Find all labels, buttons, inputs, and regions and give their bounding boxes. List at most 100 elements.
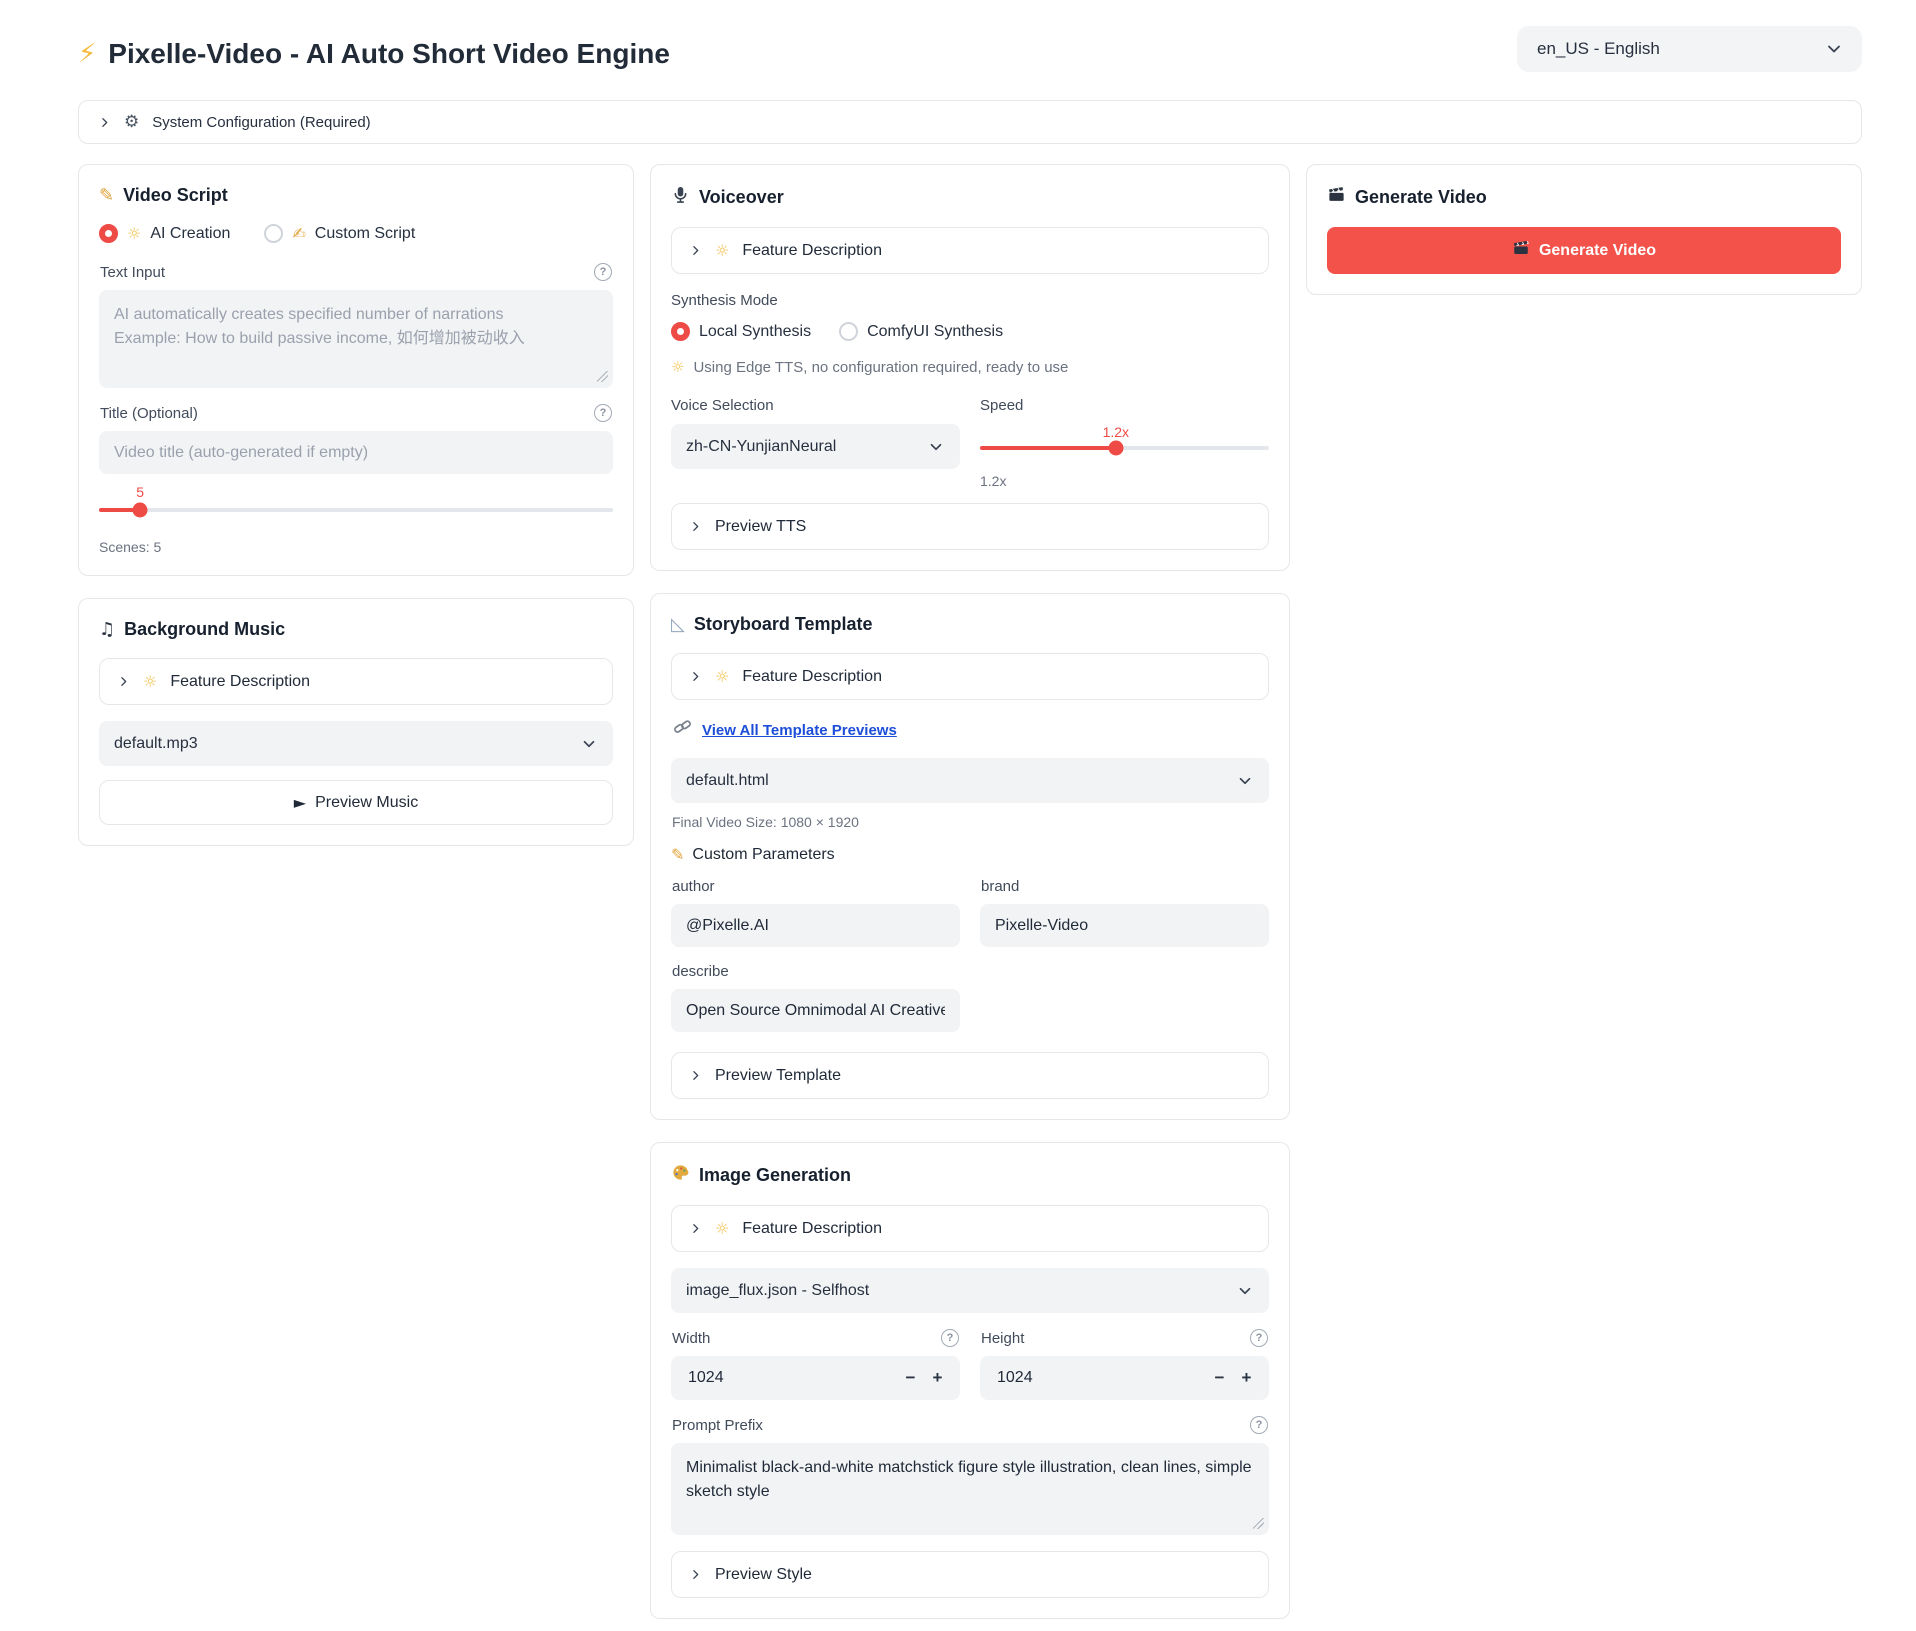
chevron-down-icon: [1236, 1282, 1254, 1300]
link-icon: [672, 717, 693, 743]
help-icon[interactable]: ?: [1250, 1416, 1268, 1434]
help-icon[interactable]: ?: [941, 1329, 959, 1347]
image-generation-title: Image Generation: [671, 1163, 1269, 1187]
play-icon: ►: [294, 793, 306, 812]
voiceover-feature-accordion[interactable]: ☼ Feature Description: [671, 227, 1269, 274]
scenes-slider: 5 Scenes: 5: [99, 484, 613, 555]
scenes-slider-track[interactable]: [99, 508, 613, 512]
view-all-templates-link[interactable]: View All Template Previews: [702, 722, 897, 739]
plus-button[interactable]: +: [924, 1368, 951, 1388]
radio-custom-script[interactable]: ✍ Custom Script: [264, 224, 415, 243]
template-select[interactable]: default.html: [671, 758, 1269, 803]
text-input[interactable]: [99, 290, 613, 388]
height-label-row: Height ?: [981, 1329, 1268, 1347]
tts-tip: ☼ Using Edge TTS, no configuration requi…: [671, 358, 1269, 376]
clapperboard-icon: [1512, 239, 1530, 262]
app-title-text: Pixelle-Video - AI Auto Short Video Engi…: [108, 38, 670, 70]
voice-speed-row: Voice Selection zh-CN-YunjianNeural Spee…: [671, 395, 1269, 489]
bulb-icon: ☼: [127, 224, 141, 243]
minus-button[interactable]: −: [1206, 1368, 1233, 1388]
system-config-accordion[interactable]: ⚙ System Configuration (Required): [78, 100, 1862, 144]
preview-music-button[interactable]: ► Preview Music: [99, 780, 613, 825]
language-select[interactable]: en_US - English: [1517, 26, 1862, 72]
radio-selected-icon: [99, 224, 118, 243]
voiceover-panel: Voiceover ☼ Feature Description Synthesi…: [650, 164, 1290, 571]
bulb-icon: ☼: [715, 1219, 729, 1238]
title-input[interactable]: [99, 431, 613, 474]
speed-slider-value: 1.2x: [1103, 424, 1129, 440]
video-script-panel: ✎ Video Script ☼ AI Creation ✍ Custom Sc…: [78, 164, 634, 576]
music-feature-accordion[interactable]: ☼ Feature Description: [99, 658, 613, 705]
image-feature-accordion[interactable]: ☼ Feature Description: [671, 1205, 1269, 1252]
height-field-group: Height ? − +: [980, 1313, 1269, 1400]
plus-button[interactable]: +: [1233, 1368, 1260, 1388]
microphone-icon: [671, 185, 690, 209]
video-script-title: ✎ Video Script: [99, 185, 613, 206]
help-icon[interactable]: ?: [594, 404, 612, 422]
help-icon[interactable]: ?: [594, 263, 612, 281]
music-note-icon: ♫: [99, 619, 115, 640]
height-input[interactable]: [995, 1368, 1206, 1388]
width-field-group: Width ? − +: [671, 1313, 960, 1400]
prompt-prefix-input[interactable]: Minimalist black-and-white matchstick fi…: [671, 1443, 1269, 1535]
storyboard-title: ◺ Storyboard Template: [671, 614, 1269, 635]
author-field[interactable]: [671, 904, 960, 947]
synthesis-mode-label: Synthesis Mode: [671, 292, 1269, 309]
music-file-select[interactable]: default.mp3: [99, 721, 613, 766]
voiceover-title: Voiceover: [671, 185, 1269, 209]
bulb-icon: ☼: [715, 241, 729, 260]
pixelle-video-app: ⚡ Pixelle-Video - AI Auto Short Video En…: [0, 0, 1916, 1631]
author-brand-row: author brand: [671, 866, 1269, 947]
describe-field[interactable]: [671, 989, 960, 1032]
text-input-wrap: [99, 290, 613, 388]
chevron-down-icon: [1824, 39, 1844, 59]
custom-parameters-heading: ✎ Custom Parameters: [671, 845, 1269, 864]
preview-template-accordion[interactable]: Preview Template: [671, 1052, 1269, 1099]
image-generation-panel: Image Generation ☼ Feature Description i…: [650, 1142, 1290, 1619]
brand-field-group: brand: [980, 866, 1269, 947]
minus-button[interactable]: −: [897, 1368, 924, 1388]
radio-comfyui-synthesis[interactable]: ComfyUI Synthesis: [839, 322, 1003, 341]
voice-select[interactable]: zh-CN-YunjianNeural: [671, 424, 960, 469]
speed-slider-handle[interactable]: [1108, 441, 1123, 456]
generate-video-button[interactable]: Generate Video: [1327, 227, 1841, 274]
language-select-value: en_US - English: [1537, 39, 1660, 59]
palette-icon: [671, 1163, 690, 1187]
gear-icon: ⚙: [124, 112, 139, 132]
scenes-slider-value: 5: [136, 484, 144, 500]
lightning-icon: ⚡: [78, 39, 96, 69]
chevron-right-icon: [98, 116, 111, 129]
workflow-select[interactable]: image_flux.json - Selfhost: [671, 1268, 1269, 1313]
system-config-label: System Configuration (Required): [152, 114, 370, 131]
storyboard-feature-accordion[interactable]: ☼ Feature Description: [671, 653, 1269, 700]
scenes-slider-handle[interactable]: [133, 503, 148, 518]
writing-hand-icon: ✍: [292, 224, 305, 243]
help-icon[interactable]: ?: [1250, 1329, 1268, 1347]
title-label-row: Title (Optional) ?: [100, 404, 612, 422]
brand-label: brand: [981, 878, 1268, 895]
generate-video-title: Generate Video: [1327, 185, 1841, 209]
synthesis-mode-radio-group: Local Synthesis ComfyUI Synthesis: [671, 322, 1269, 341]
radio-ai-creation[interactable]: ☼ AI Creation: [99, 224, 230, 243]
text-input-label: Text Input: [100, 264, 165, 281]
radio-selected-icon: [671, 322, 690, 341]
chevron-right-icon: [689, 244, 702, 257]
speed-field: Speed 1.2x 1.2x: [980, 395, 1269, 489]
width-input[interactable]: [686, 1368, 897, 1388]
template-previews-link-row: View All Template Previews: [672, 717, 1268, 743]
voice-selection-field: Voice Selection zh-CN-YunjianNeural: [671, 395, 960, 489]
content-columns: ✎ Video Script ☼ AI Creation ✍ Custom Sc…: [78, 164, 1862, 1619]
speed-slider-track[interactable]: [980, 446, 1269, 450]
memo-icon: ✎: [671, 845, 684, 864]
generate-video-panel: Generate Video Generate Video: [1306, 164, 1862, 295]
prompt-prefix-wrap: Minimalist black-and-white matchstick fi…: [671, 1443, 1269, 1535]
describe-label: describe: [672, 963, 959, 980]
brand-field[interactable]: [980, 904, 1269, 947]
bulb-icon: ☼: [671, 358, 684, 376]
header: ⚡ Pixelle-Video - AI Auto Short Video En…: [78, 24, 1862, 72]
page-title: ⚡ Pixelle-Video - AI Auto Short Video En…: [78, 38, 670, 70]
background-music-title: ♫ Background Music: [99, 619, 613, 640]
preview-tts-accordion[interactable]: Preview TTS: [671, 503, 1269, 550]
preview-style-accordion[interactable]: Preview Style: [671, 1551, 1269, 1598]
radio-local-synthesis[interactable]: Local Synthesis: [671, 322, 811, 341]
